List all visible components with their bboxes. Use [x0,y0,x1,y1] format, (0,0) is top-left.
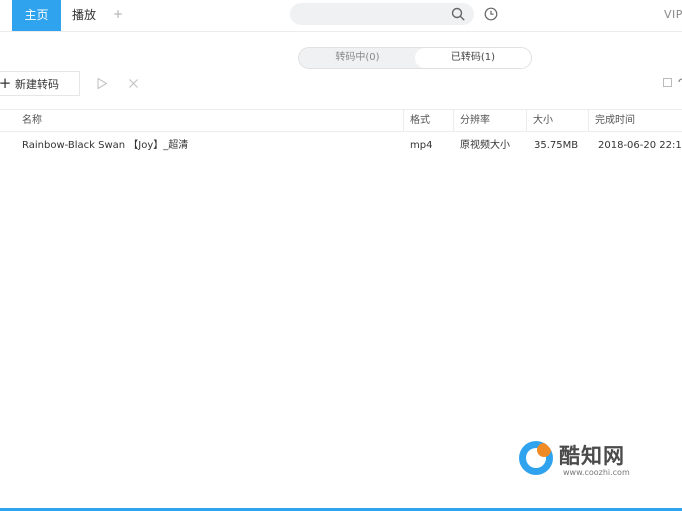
cell-size: 35.75MB [534,140,579,151]
search-input[interactable] [290,3,474,25]
column-name-header[interactable]: 名称 [16,110,403,131]
watermark-url: www.coozhi.com [563,468,630,477]
history-clock-icon[interactable] [484,7,498,21]
column-format-header[interactable]: 格式 [403,110,453,131]
table-header: 名称 格式 分辨率 大小 完成时间 [0,109,682,132]
tab-converted[interactable]: 已转码(1) [415,48,531,68]
select-all-checkbox[interactable] [663,78,672,87]
play-icon[interactable] [96,77,108,90]
cell-format: mp4 [410,140,433,151]
tab-home[interactable]: 主页 [12,0,61,31]
cell-finished-time: 2018-06-20 22:19 [598,140,682,151]
search-icon[interactable] [451,7,465,21]
column-finished-header[interactable]: 完成时间 [588,110,682,131]
column-size-header[interactable]: 大小 [526,110,588,131]
plus-icon: + [0,74,12,92]
refresh-icon[interactable] [677,77,682,87]
tab-play[interactable]: 播放 [72,0,96,31]
cell-resolution: 原视频大小 [460,140,510,151]
table-row[interactable]: Rainbow-Black Swan 【Joy】_超清 mp4 原视频大小 35… [0,131,682,161]
tab-converting[interactable]: 转码中(0) [299,48,416,68]
top-bar: 主页 播放 + VIP [0,0,682,32]
add-tab-button[interactable]: + [113,0,123,31]
close-icon[interactable] [128,78,139,89]
status-segmented-control: 转码中(0) 已转码(1) [298,47,532,69]
watermark-title: 酷知网 [559,444,625,468]
watermark: 酷知网 www.coozhi.com [513,432,659,484]
cell-name: Rainbow-Black Swan 【Joy】_超清 [22,140,189,151]
vip-link[interactable]: VIP [664,0,682,31]
new-transcode-button[interactable]: + 新建转码 [0,71,80,96]
new-transcode-label: 新建转码 [15,78,59,91]
watermark-logo-icon [519,441,553,475]
column-resolution-header[interactable]: 分辨率 [453,110,526,131]
